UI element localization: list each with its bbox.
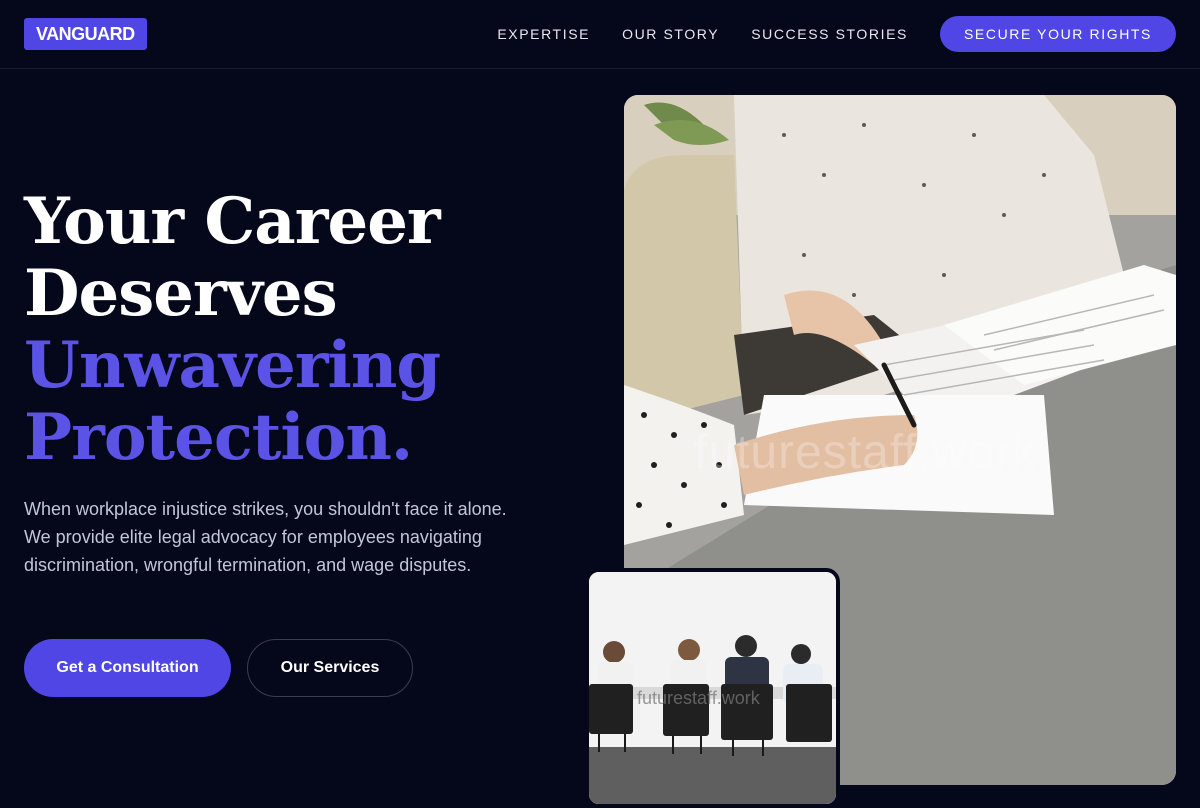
main-nav: EXPERTISE OUR STORY SUCCESS STORIES SECU…: [497, 16, 1176, 52]
secure-your-rights-button[interactable]: SECURE YOUR RIGHTS: [939, 16, 1176, 52]
logo[interactable]: VANGUARD: [24, 18, 147, 50]
hero-title-line-2: Deserves: [24, 256, 338, 331]
secondary-image-watermark: futurestaff.work: [637, 688, 760, 708]
hero-title-line-1: Your Career: [24, 184, 441, 259]
hero-title-accent-line-1: Unwavering: [24, 328, 441, 403]
main-image-watermark: futurestaff.work: [694, 426, 1038, 479]
nav-link-our-story[interactable]: OUR STORY: [622, 16, 719, 52]
nav-link-success-stories[interactable]: SUCCESS STORIES: [751, 16, 908, 52]
secondary-hero-image: futurestaff.work: [585, 568, 840, 808]
get-consultation-button[interactable]: Get a Consultation: [24, 639, 231, 697]
hero-title: Your Career Deserves Unwavering Protecti…: [24, 186, 584, 474]
hero-description: When workplace injustice strikes, you sh…: [24, 499, 507, 575]
hero-title-accent-line-2: Protection.: [24, 400, 413, 475]
our-services-button[interactable]: Our Services: [247, 639, 413, 697]
site-header: VANGUARD EXPERTISE OUR STORY SUCCESS STO…: [0, 0, 1200, 69]
nav-link-expertise[interactable]: EXPERTISE: [497, 16, 590, 52]
